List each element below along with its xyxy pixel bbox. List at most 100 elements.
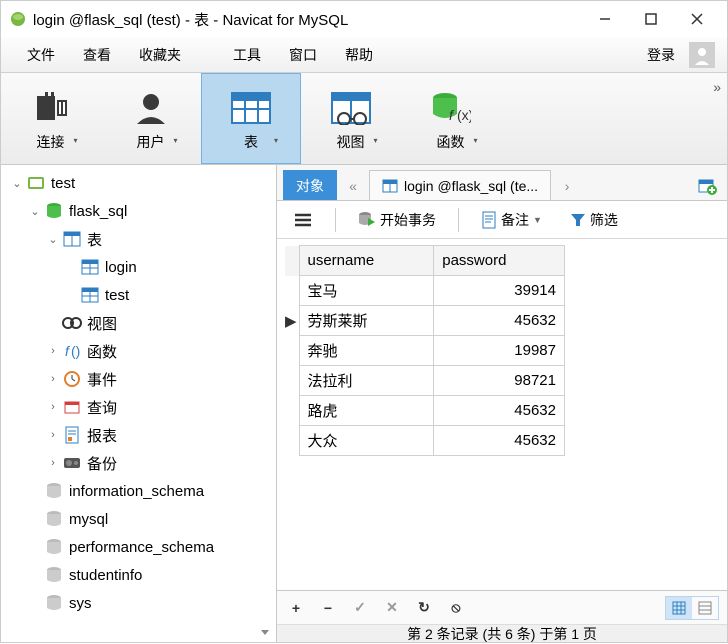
toolbar-fx-button[interactable]: f(x)函数▾	[401, 73, 501, 164]
menu-1[interactable]: 查看	[69, 41, 125, 69]
tree-twist-icon[interactable]: ›	[45, 345, 61, 357]
tree-twist-icon[interactable]: ⌄	[9, 177, 25, 190]
table-icon	[230, 88, 272, 128]
toolbar-table-button[interactable]: 表▾	[201, 73, 301, 164]
filter-button[interactable]: 筛选	[564, 206, 624, 234]
close-button[interactable]	[675, 5, 719, 33]
caret-down-icon: ▾	[173, 136, 177, 145]
caret-down-icon: ▾	[373, 136, 377, 145]
tree-twist-icon[interactable]: ›	[45, 457, 61, 469]
tab-objects[interactable]: 对象	[283, 170, 337, 200]
tree-db-sys[interactable]: sys	[1, 589, 276, 617]
row-marker-icon	[285, 336, 299, 366]
avatar-icon[interactable]	[689, 42, 715, 68]
tree-twist-icon[interactable]: ⌄	[27, 205, 43, 218]
database-gray-icon	[43, 538, 65, 556]
tree-connection[interactable]: ⌄test	[1, 169, 276, 197]
toolbar-label: 连接	[37, 132, 65, 152]
tree-cat-clock[interactable]: ›事件	[1, 365, 276, 393]
form-view-button[interactable]	[692, 597, 718, 619]
tree-database[interactable]: ⌄flask_sql	[1, 197, 276, 225]
titlebar: login @flask_sql (test) - 表 - Navicat fo…	[1, 1, 727, 37]
user-icon	[133, 88, 169, 128]
svg-text:(): ()	[71, 343, 80, 359]
tree-twist-icon[interactable]: ›	[45, 401, 61, 413]
menu-2[interactable]: 收藏夹	[125, 41, 195, 69]
menu-button[interactable]	[287, 208, 319, 232]
toolbar-view-button[interactable]: 视图▾	[301, 73, 401, 164]
grid-view-button[interactable]	[666, 597, 692, 619]
commit-button[interactable]: ✓	[349, 599, 371, 616]
main-toolbar: 连接▾用户▾表▾视图▾f(x)函数▾ »	[1, 73, 727, 165]
data-grid[interactable]: usernamepassword 宝马39914▶劳斯莱斯45632奔驰1998…	[285, 245, 565, 456]
menu-4[interactable]: 窗口	[275, 41, 331, 69]
tree-db-studentinfo[interactable]: studentinfo	[1, 561, 276, 589]
tree-twist-icon[interactable]: ⌄	[45, 233, 61, 246]
database-icon	[43, 202, 65, 220]
memo-button[interactable]: 备注 ▼	[475, 206, 548, 234]
tree-table-login[interactable]: login	[1, 253, 276, 281]
table-row[interactable]: 宝马39914	[285, 276, 565, 306]
tree-cat-fx-small[interactable]: ›f()函数	[1, 337, 276, 365]
tree-cat-view-infinity[interactable]: 视图	[1, 309, 276, 337]
tab-scroll-left-icon[interactable]: «	[341, 172, 365, 200]
plug-icon	[31, 88, 71, 128]
tab-scroll-right-icon[interactable]: ›	[555, 172, 579, 200]
tab-open-table[interactable]: login @flask_sql (te...	[369, 170, 551, 200]
minimize-button[interactable]	[583, 5, 627, 33]
tree-db-mysql[interactable]: mysql	[1, 505, 276, 533]
login-menu[interactable]: 登录	[639, 41, 683, 69]
window-title: login @flask_sql (test) - 表 - Navicat fo…	[33, 9, 583, 30]
table-row[interactable]: 大众45632	[285, 426, 565, 456]
delete-row-button[interactable]: −	[317, 600, 339, 616]
table-row[interactable]: ▶劳斯莱斯45632	[285, 306, 565, 336]
tree-table-test[interactable]: test	[1, 281, 276, 309]
table-row[interactable]: 奔驰19987	[285, 336, 565, 366]
toolbar-user-button[interactable]: 用户 ▾	[101, 73, 201, 164]
stop-button[interactable]: ⦸	[445, 599, 467, 616]
tree-cat-backup[interactable]: ›备份	[1, 449, 276, 477]
database-gray-icon	[43, 594, 65, 612]
view-icon	[330, 88, 372, 128]
tree-cat-tables[interactable]: ⌄表	[1, 225, 276, 253]
begin-transaction-button[interactable]: 开始事务	[352, 206, 442, 234]
tree-twist-icon[interactable]: ›	[45, 373, 61, 385]
tabstrip: 对象 « login @flask_sql (te... ›	[277, 165, 727, 201]
add-row-button[interactable]: +	[285, 600, 307, 616]
backup-icon	[61, 456, 83, 470]
filter-icon	[570, 212, 586, 228]
caret-down-icon: ▼	[533, 215, 542, 225]
tree-twist-icon[interactable]: ›	[45, 429, 61, 441]
row-marker-icon	[285, 396, 299, 426]
view-infinity-icon	[61, 316, 83, 330]
toolbar-plug-button[interactable]: 连接▾	[1, 73, 101, 164]
menu-0[interactable]: 文件	[13, 41, 69, 69]
object-tree: ⌄test⌄flask_sql⌄表logintest视图›f()函数›事件›查询…	[1, 165, 277, 642]
tree-cat-query[interactable]: ›查询	[1, 393, 276, 421]
table-icon	[382, 178, 398, 194]
menu-5[interactable]: 帮助	[331, 41, 387, 69]
row-marker-icon	[285, 276, 299, 306]
toolbar-overflow-icon[interactable]: »	[713, 79, 721, 95]
col-password[interactable]: password	[434, 246, 565, 276]
tree-db-performance_schema[interactable]: performance_schema	[1, 533, 276, 561]
table-row[interactable]: 路虎45632	[285, 396, 565, 426]
new-tab-button[interactable]	[693, 172, 721, 200]
caret-down-icon: ▾	[274, 136, 278, 145]
maximize-button[interactable]	[629, 5, 673, 33]
col-username[interactable]: username	[299, 246, 434, 276]
toolbar-label: 用户	[137, 132, 165, 152]
table-row[interactable]: 法拉利98721	[285, 366, 565, 396]
menu-3[interactable]: 工具	[219, 41, 275, 69]
refresh-button[interactable]: ↻	[413, 599, 435, 616]
cancel-button[interactable]: ✕	[381, 599, 403, 616]
sidebar-scroll-down-icon[interactable]	[258, 625, 274, 641]
tree-db-information_schema[interactable]: information_schema	[1, 477, 276, 505]
caret-down-icon: ▾	[473, 136, 477, 145]
tree-cat-report[interactable]: ›报表	[1, 421, 276, 449]
database-gray-icon	[43, 510, 65, 528]
svg-text:(x): (x)	[457, 107, 471, 123]
memo-label: 备注	[501, 210, 529, 230]
record-status: 第 2 条记录 (共 6 条) 于第 1 页	[407, 624, 597, 644]
clock-icon	[61, 371, 83, 387]
